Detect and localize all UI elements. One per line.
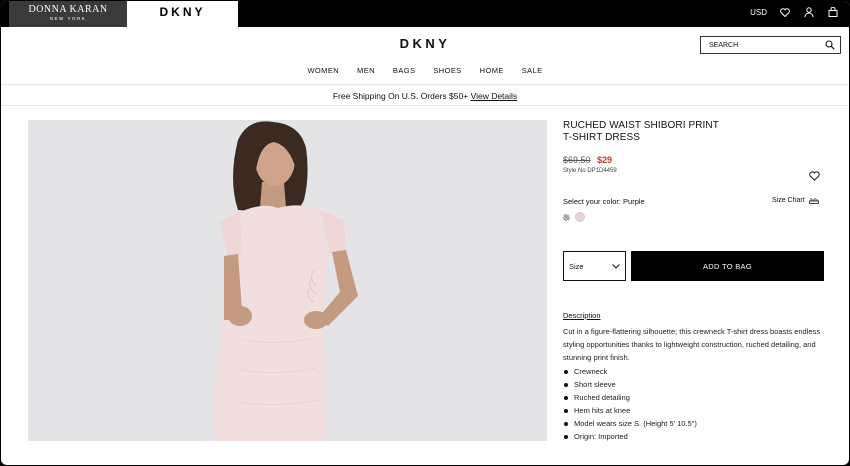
style-number: Style No DP1D4459 [563,168,617,174]
top-utilities: USD [750,1,839,23]
product-title-line1: RUCHED WAIST SHIBORI PRINT [563,120,719,131]
description-text: Cut in a figure-flattering silhouette; t… [563,327,821,362]
list-item: Hem hits at knee [563,404,697,417]
color-label: Select your color: Purple [563,197,645,206]
nav-item-women[interactable]: WOMEN [298,66,348,75]
dkny-tab[interactable]: DKNY [127,1,238,27]
ruler-icon [808,198,819,204]
divider [1,105,849,106]
color-swatch-purple[interactable] [575,212,585,222]
heart-icon[interactable] [779,6,791,18]
nav-item-shoes[interactable]: SHOES [424,66,470,75]
size-chart-label: Size Chart [772,197,805,204]
view-details-link[interactable]: View Details [471,91,518,101]
donna-karan-sublogo: NEW YORK [49,16,87,21]
bag-icon[interactable] [827,6,839,18]
list-item: Ruched detailing [563,391,697,404]
page: DONNA KARAN NEW YORK DKNY USD DKNY WOMEN… [1,1,849,465]
product-title-line2: T-SHIRT DRESS [563,131,641,143]
user-icon[interactable] [803,6,815,18]
color-swatches [563,212,585,222]
print-swatch-icon[interactable] [563,213,570,221]
product-title: RUCHED WAIST SHIBORI PRINT T-SHIRT DRESS [563,120,825,143]
divider [1,84,849,85]
product-details-panel: RUCHED WAIST SHIBORI PRINT T-SHIRT DRESS… [563,120,825,441]
nav-item-home[interactable]: HOME [471,66,513,75]
search-box[interactable] [700,36,841,54]
search-input[interactable] [709,41,819,49]
list-item: Model wears size S. (Height 5' 10.5") [563,417,697,430]
list-item: Crewneck [563,365,697,378]
donna-karan-logo: DONNA KARAN [28,4,108,15]
add-to-bag-button[interactable]: ADD TO BAG [631,251,824,281]
list-item: Short sleeve [563,378,697,391]
feature-list: Crewneck Short sleeve Ruched detailing H… [563,365,697,443]
nav-item-bags[interactable]: BAGS [384,66,424,75]
product-image[interactable] [28,120,547,441]
size-select-value: Size [569,261,584,271]
donna-karan-tab[interactable]: DONNA KARAN NEW YORK [9,1,127,27]
shipping-text: Free Shipping On U.S. Orders $50+ [332,91,469,101]
wishlist-heart-icon[interactable] [809,168,821,181]
price-block: $69.50 $29 [563,155,612,165]
list-item: Origin: Imported [563,430,697,443]
model-illustration [212,121,358,441]
nav-item-men[interactable]: MEN [348,66,384,75]
nav-item-sale[interactable]: SALE [513,66,552,75]
size-select[interactable]: Size [563,251,626,281]
original-price: $69.50 [563,155,591,165]
size-chart-link[interactable]: Size Chart [772,197,819,204]
top-brand-bar: DONNA KARAN NEW YORK DKNY USD [1,1,849,27]
search-icon[interactable] [825,40,835,50]
main-nav: WOMEN MEN BAGS SHOES HOME SALE [1,66,849,75]
description-tab[interactable]: Description [563,311,601,320]
chevron-down-icon [612,263,620,269]
shipping-banner: Free Shipping On U.S. Orders $50+ View D… [1,91,849,101]
currency-selector[interactable]: USD [750,8,767,17]
sale-price: $29 [597,155,613,165]
